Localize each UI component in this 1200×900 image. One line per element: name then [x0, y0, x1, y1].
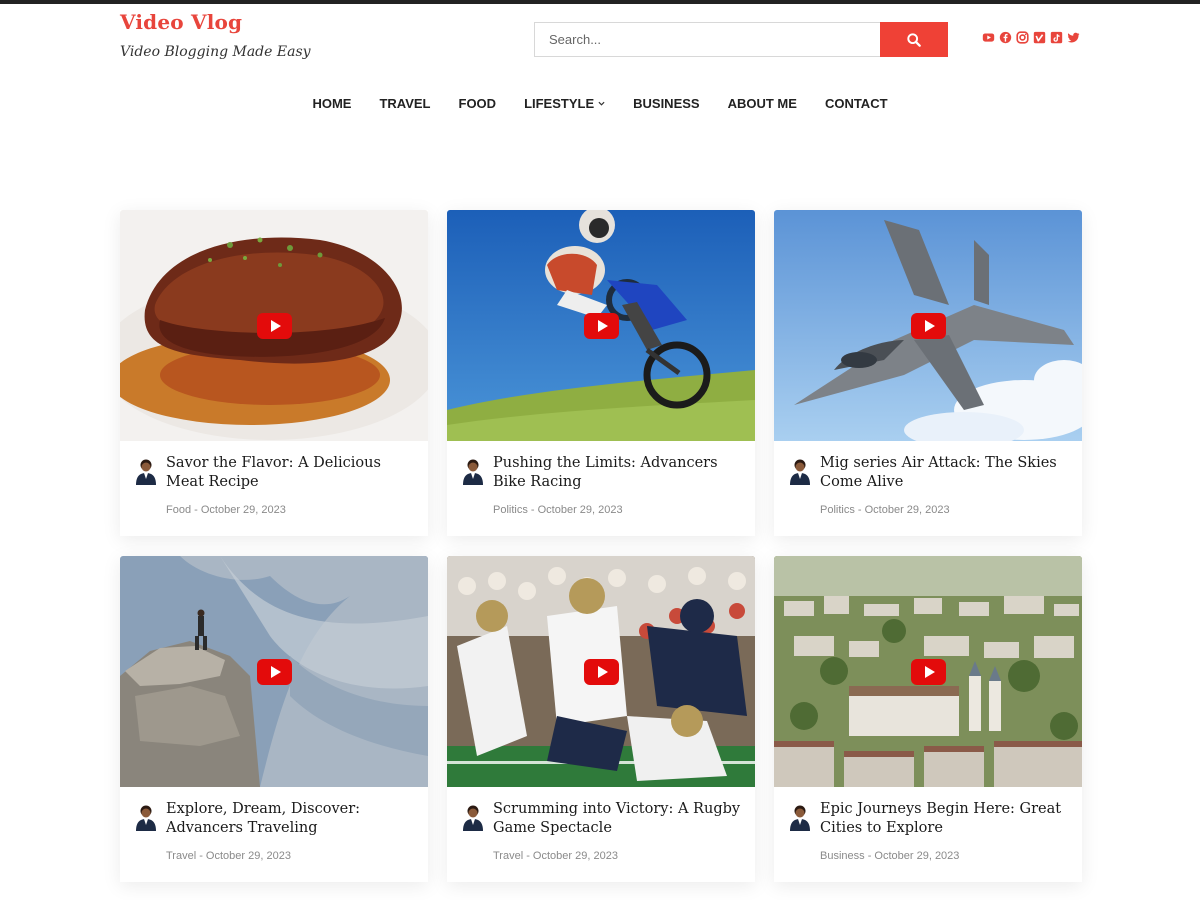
post-meta: Food - October 29, 2023	[166, 504, 286, 516]
post-thumbnail[interactable]	[120, 556, 428, 787]
nav-travel[interactable]: TRAVEL	[365, 96, 444, 111]
post-meta: Politics - October 29, 2023	[493, 504, 623, 516]
play-button[interactable]	[911, 313, 946, 339]
main-nav: HOME TRAVEL FOOD LIFESTYLE BUSINESS ABOU…	[0, 96, 1200, 111]
play-button[interactable]	[257, 313, 292, 339]
author-avatar[interactable]	[788, 803, 812, 831]
nav-lifestyle[interactable]: LIFESTYLE	[510, 96, 619, 111]
post-thumbnail[interactable]	[447, 210, 755, 441]
youtube-icon[interactable]	[982, 31, 995, 44]
post-thumbnail[interactable]	[774, 210, 1082, 441]
post-title[interactable]: Pushing the Limits: Advancers Bike Racin…	[493, 454, 741, 492]
post-meta: Travel - October 29, 2023	[493, 850, 618, 862]
facebook-icon[interactable]	[999, 31, 1012, 44]
nav-about-me[interactable]: ABOUT ME	[714, 96, 811, 111]
author-avatar[interactable]	[788, 457, 812, 485]
nav-business[interactable]: BUSINESS	[619, 96, 713, 111]
nav-lifestyle-label: LIFESTYLE	[524, 96, 595, 111]
post-card[interactable]: Mig series Air Attack: The Skies Come Al…	[774, 210, 1082, 536]
post-title[interactable]: Scrumming into Victory: A Rugby Game Spe…	[493, 800, 741, 838]
post-thumbnail[interactable]	[774, 556, 1082, 787]
post-card[interactable]: Scrumming into Victory: A Rugby Game Spe…	[447, 556, 755, 882]
play-button[interactable]	[911, 659, 946, 685]
instagram-icon[interactable]	[1016, 31, 1029, 44]
site-tagline: Video Blogging Made Easy	[120, 44, 311, 60]
chevron-down-icon	[598, 101, 605, 106]
post-grid: Savor the Flavor: A Delicious Meat Recip…	[120, 210, 1082, 882]
nav-home[interactable]: HOME	[298, 96, 365, 111]
social-links	[982, 31, 1080, 44]
author-avatar[interactable]	[134, 803, 158, 831]
tiktok-icon[interactable]	[1050, 31, 1063, 44]
play-button[interactable]	[584, 313, 619, 339]
nav-food[interactable]: FOOD	[445, 96, 511, 111]
vimeo-icon[interactable]	[1033, 31, 1046, 44]
play-button[interactable]	[584, 659, 619, 685]
author-avatar[interactable]	[134, 457, 158, 485]
post-card[interactable]: Explore, Dream, Discover: Advancers Trav…	[120, 556, 428, 882]
site-title[interactable]: Video Vlog	[120, 10, 242, 34]
author-avatar[interactable]	[461, 457, 485, 485]
post-title[interactable]: Savor the Flavor: A Delicious Meat Recip…	[166, 454, 414, 492]
nav-contact[interactable]: CONTACT	[811, 96, 902, 111]
play-button[interactable]	[257, 659, 292, 685]
post-thumbnail[interactable]	[447, 556, 755, 787]
post-card[interactable]: Epic Journeys Begin Here: Great Cities t…	[774, 556, 1082, 882]
search-button[interactable]	[880, 22, 948, 57]
post-title[interactable]: Mig series Air Attack: The Skies Come Al…	[820, 454, 1068, 492]
search-input[interactable]	[534, 22, 880, 57]
top-accent-bar	[0, 0, 1200, 4]
post-title[interactable]: Epic Journeys Begin Here: Great Cities t…	[820, 800, 1068, 838]
post-meta: Business - October 29, 2023	[820, 850, 960, 862]
author-avatar[interactable]	[461, 803, 485, 831]
post-meta: Travel - October 29, 2023	[166, 850, 291, 862]
twitter-icon[interactable]	[1067, 31, 1080, 44]
post-meta: Politics - October 29, 2023	[820, 504, 950, 516]
search-icon	[907, 32, 921, 47]
post-title[interactable]: Explore, Dream, Discover: Advancers Trav…	[166, 800, 414, 838]
post-thumbnail[interactable]	[120, 210, 428, 441]
post-card[interactable]: Pushing the Limits: Advancers Bike Racin…	[447, 210, 755, 536]
post-card[interactable]: Savor the Flavor: A Delicious Meat Recip…	[120, 210, 428, 536]
